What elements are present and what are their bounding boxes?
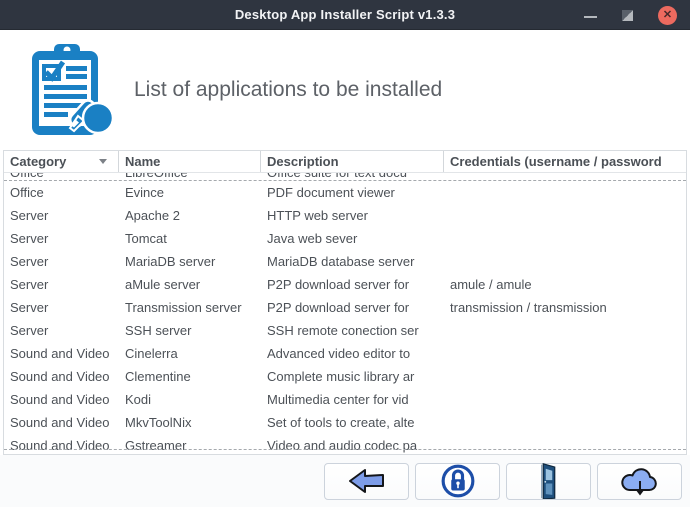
cell-category: Sound and Video bbox=[10, 346, 110, 361]
cell-credentials bbox=[444, 319, 686, 342]
lock-button[interactable] bbox=[415, 462, 500, 500]
clipboard-checklist-icon bbox=[32, 44, 115, 135]
table-row[interactable]: Sound and Video Cinelerra Advanced video… bbox=[4, 342, 686, 365]
cell-description: Multimedia center for vid bbox=[267, 392, 409, 407]
cell-credentials bbox=[444, 227, 686, 250]
cell-name: Gstreamer bbox=[125, 438, 187, 453]
table-row[interactable]: Server SSH server SSH remote conection s… bbox=[4, 319, 686, 342]
table-row[interactable]: Sound and Video Gstreamer Video and audi… bbox=[4, 434, 686, 454]
column-header-name[interactable]: Name bbox=[119, 151, 261, 172]
cell-description: P2P download server for bbox=[267, 277, 410, 292]
cell-category: Sound and Video bbox=[10, 438, 110, 453]
door-icon bbox=[540, 463, 555, 499]
cell-credentials: amule / amule bbox=[450, 277, 532, 292]
cell-name: Cinelerra bbox=[125, 346, 178, 361]
window-title: Desktop App Installer Script v1.3.3 bbox=[234, 7, 456, 22]
table-row[interactable]: Office LibreOffice Office suite for text… bbox=[4, 173, 686, 181]
cell-description: Java web sever bbox=[267, 231, 358, 246]
table-header: Category Name Description Credentials (u… bbox=[4, 151, 686, 173]
cell-credentials: transmission / transmission bbox=[450, 300, 607, 315]
sort-descending-icon bbox=[99, 159, 107, 164]
column-header-category[interactable]: Category bbox=[4, 151, 119, 172]
cell-description: Advanced video editor to bbox=[267, 346, 411, 361]
cell-category: Server bbox=[10, 277, 49, 292]
minimize-button[interactable] bbox=[584, 15, 597, 18]
lock-icon bbox=[441, 464, 474, 498]
cloud-download-icon bbox=[620, 468, 657, 496]
table-body: Office LibreOffice Office suite for text… bbox=[4, 173, 686, 454]
back-button[interactable] bbox=[324, 462, 409, 500]
cell-credentials bbox=[444, 342, 686, 365]
page-title: List of applications to be installed bbox=[134, 78, 443, 101]
cell-description: Set of tools to create, alte bbox=[267, 415, 415, 430]
cell-credentials bbox=[444, 250, 686, 273]
cell-category: Server bbox=[10, 208, 49, 223]
cell-name: MariaDB server bbox=[125, 254, 216, 269]
close-icon: ✕ bbox=[662, 8, 673, 21]
footer-toolbar bbox=[0, 455, 690, 507]
cell-name: aMule server bbox=[125, 277, 201, 292]
table-row[interactable]: Server Tomcat Java web sever bbox=[4, 227, 686, 250]
table-row[interactable]: Office Evince PDF document viewer bbox=[4, 181, 686, 204]
table-row[interactable]: Server Apache 2 HTTP web server bbox=[4, 204, 686, 227]
cell-description: Complete music library ar bbox=[267, 369, 415, 384]
cell-category: Server bbox=[10, 231, 49, 246]
cell-name: LibreOffice bbox=[119, 173, 261, 180]
window-controls: ✕ bbox=[584, 0, 677, 30]
cell-category: Office bbox=[4, 173, 119, 180]
cell-credentials bbox=[444, 434, 686, 454]
column-header-description[interactable]: Description bbox=[261, 151, 444, 172]
applications-table: Category Name Description Credentials (u… bbox=[3, 150, 687, 455]
cell-credentials bbox=[444, 204, 686, 227]
cell-category: Office bbox=[10, 185, 44, 200]
cell-description: Office suite for text docu bbox=[261, 173, 444, 180]
restore-button[interactable] bbox=[622, 9, 633, 21]
cell-credentials bbox=[444, 388, 686, 411]
app-header: List of applications to be installed bbox=[0, 30, 690, 150]
cell-credentials bbox=[444, 181, 686, 204]
cell-credentials bbox=[444, 411, 686, 434]
cell-credentials bbox=[444, 173, 686, 180]
cell-category: Server bbox=[10, 300, 49, 315]
cell-category: Sound and Video bbox=[10, 369, 110, 384]
cell-name: Evince bbox=[125, 185, 165, 200]
cell-name: Apache 2 bbox=[125, 208, 180, 223]
cell-description: P2P download server for bbox=[267, 300, 410, 315]
cell-description: SSH remote conection ser bbox=[267, 323, 419, 338]
cell-description: HTTP web server bbox=[267, 208, 368, 223]
cell-description: MariaDB database server bbox=[267, 254, 415, 269]
table-row[interactable]: Server Transmission server P2P download … bbox=[4, 296, 686, 319]
column-header-credentials[interactable]: Credentials (username / password bbox=[444, 151, 686, 172]
table-row[interactable]: Sound and Video Kodi Multimedia center f… bbox=[4, 388, 686, 411]
cell-category: Server bbox=[10, 323, 49, 338]
cell-credentials bbox=[444, 365, 686, 388]
close-button[interactable]: ✕ bbox=[658, 5, 677, 25]
cell-category: Sound and Video bbox=[10, 392, 110, 407]
app-window: Desktop App Installer Script v1.3.3 ✕ Li… bbox=[0, 0, 690, 507]
cell-name: Kodi bbox=[125, 392, 152, 407]
scroll-focus-dashed-line bbox=[4, 449, 686, 450]
cell-name: MkvToolNix bbox=[125, 415, 192, 430]
table-row[interactable]: Server aMule server P2P download server … bbox=[4, 273, 686, 296]
cell-name: Transmission server bbox=[125, 300, 242, 315]
cell-name: Clementine bbox=[125, 369, 191, 384]
cell-description: Video and audio codec pa bbox=[267, 438, 418, 453]
cell-category: Sound and Video bbox=[10, 415, 110, 430]
table-row[interactable]: Sound and Video Clementine Complete musi… bbox=[4, 365, 686, 388]
cell-description: PDF document viewer bbox=[267, 185, 395, 200]
download-button[interactable] bbox=[597, 462, 682, 500]
table-row[interactable]: Server MariaDB server MariaDB database s… bbox=[4, 250, 686, 273]
table-row[interactable]: Sound and Video MkvToolNix Set of tools … bbox=[4, 411, 686, 434]
cell-name: Tomcat bbox=[125, 231, 167, 246]
exit-button[interactable] bbox=[506, 462, 591, 500]
titlebar: Desktop App Installer Script v1.3.3 ✕ bbox=[0, 0, 690, 30]
cell-name: SSH server bbox=[125, 323, 192, 338]
back-arrow-icon bbox=[348, 469, 384, 493]
cell-category: Server bbox=[10, 254, 49, 269]
